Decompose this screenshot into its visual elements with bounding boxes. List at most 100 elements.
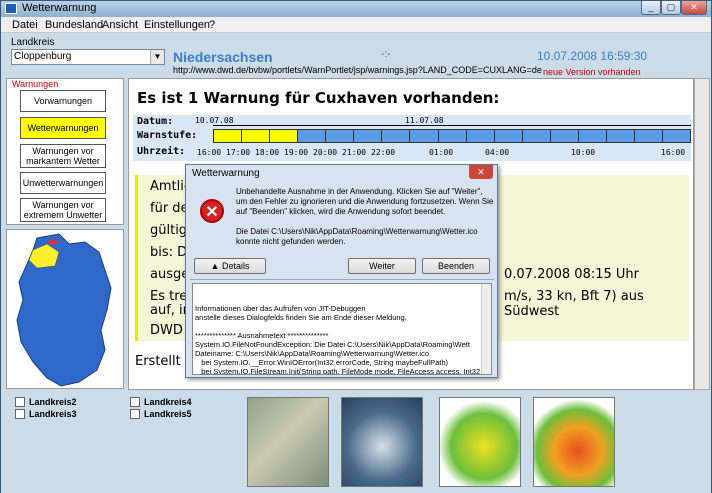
warning-level-cell <box>382 129 411 143</box>
menu-help[interactable]: ? <box>209 19 215 31</box>
warning-level-cell <box>298 129 327 143</box>
timeline-level-label: Warnstufe: <box>137 130 198 141</box>
timeline-date-1: 10.07.08 <box>195 116 234 125</box>
menu-bar: Datei Bundesland Ansicht Einstellungen ? <box>1 17 711 33</box>
main-window: Wetterwarnung _ ▢ ✕ Datei Bundesland Ans… <box>0 0 712 493</box>
dialog-message: Unbehandelte Ausnahme in der Anwendung. … <box>236 187 494 216</box>
warning-level-bars <box>213 129 692 143</box>
time-label: 17:00 <box>226 148 251 157</box>
time-label: 04:00 <box>485 148 510 157</box>
markantes-wetter-button[interactable]: Warnungen vor markantem Wetter <box>20 144 106 168</box>
close-button[interactable]: ✕ <box>681 1 707 15</box>
landkreis-label: Landkreis <box>11 37 55 48</box>
log-line: bei System.IO.__Error.WinIOError(Int32 e… <box>195 358 449 367</box>
map-thumbnail-1[interactable] <box>247 397 329 487</box>
window-title: Wetterwarnung <box>22 2 97 14</box>
log-scrollbar[interactable] <box>481 284 491 374</box>
error-dialog: Wetterwarnung ✕ ✕ Unbehandelte Ausnahme … <box>185 164 498 378</box>
warning-level-cell <box>466 129 495 143</box>
warning-level-cell <box>270 129 299 143</box>
map-thumbnail-3[interactable] <box>439 397 521 487</box>
warning-level-cell <box>494 129 523 143</box>
menu-datei[interactable]: Datei <box>12 19 38 31</box>
vorwarnungen-button[interactable]: Vorwarnungen <box>20 90 106 112</box>
warnings-legend: Warnungen <box>12 79 59 89</box>
menu-einstellungen[interactable]: Einstellungen <box>144 19 210 31</box>
timeline: Datum: Warnstufe: Uhrzeit: 10.07.08 11.0… <box>133 115 692 161</box>
time-label: 19:00 <box>284 148 309 157</box>
log-line: anstelle dieses Dialogfelds finden Sie a… <box>195 313 407 322</box>
log-line: System.IO.FileNotFoundException: Die Dat… <box>195 340 470 349</box>
map-thumbnail-4[interactable] <box>533 397 615 487</box>
time-label: 01:00 <box>429 148 454 157</box>
warning-level-cell <box>606 129 635 143</box>
chevron-down-icon[interactable]: ▼ <box>150 50 164 64</box>
warning-text-line: gültig <box>150 223 188 238</box>
time-label: 16:00 <box>661 148 686 157</box>
warning-level-cell <box>438 129 467 143</box>
dialog-title: Wetterwarnung <box>192 168 260 179</box>
dialog-close-button[interactable]: ✕ <box>469 165 493 179</box>
warning-level-cell <box>326 129 355 143</box>
time-label: 16:00 <box>197 148 222 157</box>
landkreis3-checkbox[interactable] <box>15 409 25 419</box>
title-bar: Wetterwarnung _ ▢ ✕ <box>1 1 711 17</box>
menu-ansicht[interactable]: Ansicht <box>102 19 138 31</box>
unwetterwarnungen-button[interactable]: Unwetterwarnungen <box>20 172 106 194</box>
vertical-scrollbar[interactable] <box>694 78 710 390</box>
landkreis2-checkbox[interactable] <box>15 397 25 407</box>
warning-level-cell <box>634 129 663 143</box>
error-icon: ✕ <box>200 199 224 223</box>
details-button[interactable]: ▲ Details <box>194 258 266 274</box>
menu-bundesland[interactable]: Bundesland <box>45 19 103 31</box>
landkreis4-checkbox[interactable] <box>130 397 140 407</box>
new-version-link[interactable]: neue Version vorhanden <box>543 67 641 77</box>
warning-level-cell <box>410 129 439 143</box>
warning-text-line: Es tre <box>150 289 188 304</box>
warning-level-cell <box>242 129 271 143</box>
log-line: bei System.IO.FileStream.Init(String pat… <box>195 367 481 375</box>
time-label: 21:00 <box>342 148 367 157</box>
map-thumbnail-2[interactable] <box>341 397 423 487</box>
landkreis2-label: Landkreis2 <box>29 397 77 407</box>
landkreis-select[interactable]: Cloppenburg ▼ <box>11 49 165 65</box>
exception-log[interactable]: Informationen über das Aufrufen von JIT-… <box>192 283 492 375</box>
timeline-date-2: 11.07.08 <box>405 116 444 125</box>
time-label: 20:00 <box>313 148 338 157</box>
dialog-divider <box>190 279 494 280</box>
dialog-message-file: Die Datei C:\Users\Nik\AppData\Roaming\W… <box>236 227 478 246</box>
log-line: ************** Ausnahmetext ************… <box>195 331 329 340</box>
warning-level-cell <box>578 129 607 143</box>
landkreis5-label: Landkreis5 <box>144 409 192 419</box>
landkreis4-label: Landkreis4 <box>144 397 192 407</box>
landkreis5-checkbox[interactable] <box>130 409 140 419</box>
time-label: 18:00 <box>255 148 280 157</box>
current-datetime: 10.07.2008 16:59:30 <box>537 49 648 63</box>
extremes-unwetter-button[interactable]: Warnungen vor extremem Unwetter <box>20 198 106 222</box>
warnings-panel: Warnungen Vorwarnungen Wetterwarnungen W… <box>6 78 124 225</box>
region-title: Niedersachsen <box>173 49 273 65</box>
warning-level-cell <box>663 129 692 143</box>
landkreis-value: Cloppenburg <box>14 51 72 62</box>
timeline-time-label: Uhrzeit: <box>137 146 186 157</box>
germany-map[interactable] <box>6 229 124 389</box>
minimize-button[interactable]: _ <box>641 1 661 15</box>
app-icon <box>5 3 17 14</box>
time-label: 22:00 <box>371 148 396 157</box>
separator-text: -:- <box>381 49 391 60</box>
log-line: Informationen über das Aufrufen von JIT-… <box>195 304 366 313</box>
landkreis3-label: Landkreis3 <box>29 409 77 419</box>
source-url[interactable]: http://www.dwd.de/bvbw/portlets/WarnPort… <box>173 65 542 75</box>
timeline-axis <box>213 125 691 126</box>
log-line: Dateiname: C:\Users\Nik\AppData\Roaming\… <box>195 349 429 358</box>
map-graphic <box>16 233 112 387</box>
quit-button[interactable]: Beenden <box>422 258 490 274</box>
continue-button[interactable]: Weiter <box>348 258 416 274</box>
wind-text: m/s, 33 kn, Bft 7) aus Südwest <box>504 289 644 319</box>
wetterwarnungen-button[interactable]: Wetterwarnungen <box>20 117 106 139</box>
timeline-date-label: Datum: <box>137 116 174 127</box>
maximize-button[interactable]: ▢ <box>661 1 681 15</box>
warning-level-cell <box>354 129 383 143</box>
issued-text: 0.07.2008 08:15 Uhr <box>504 267 639 282</box>
